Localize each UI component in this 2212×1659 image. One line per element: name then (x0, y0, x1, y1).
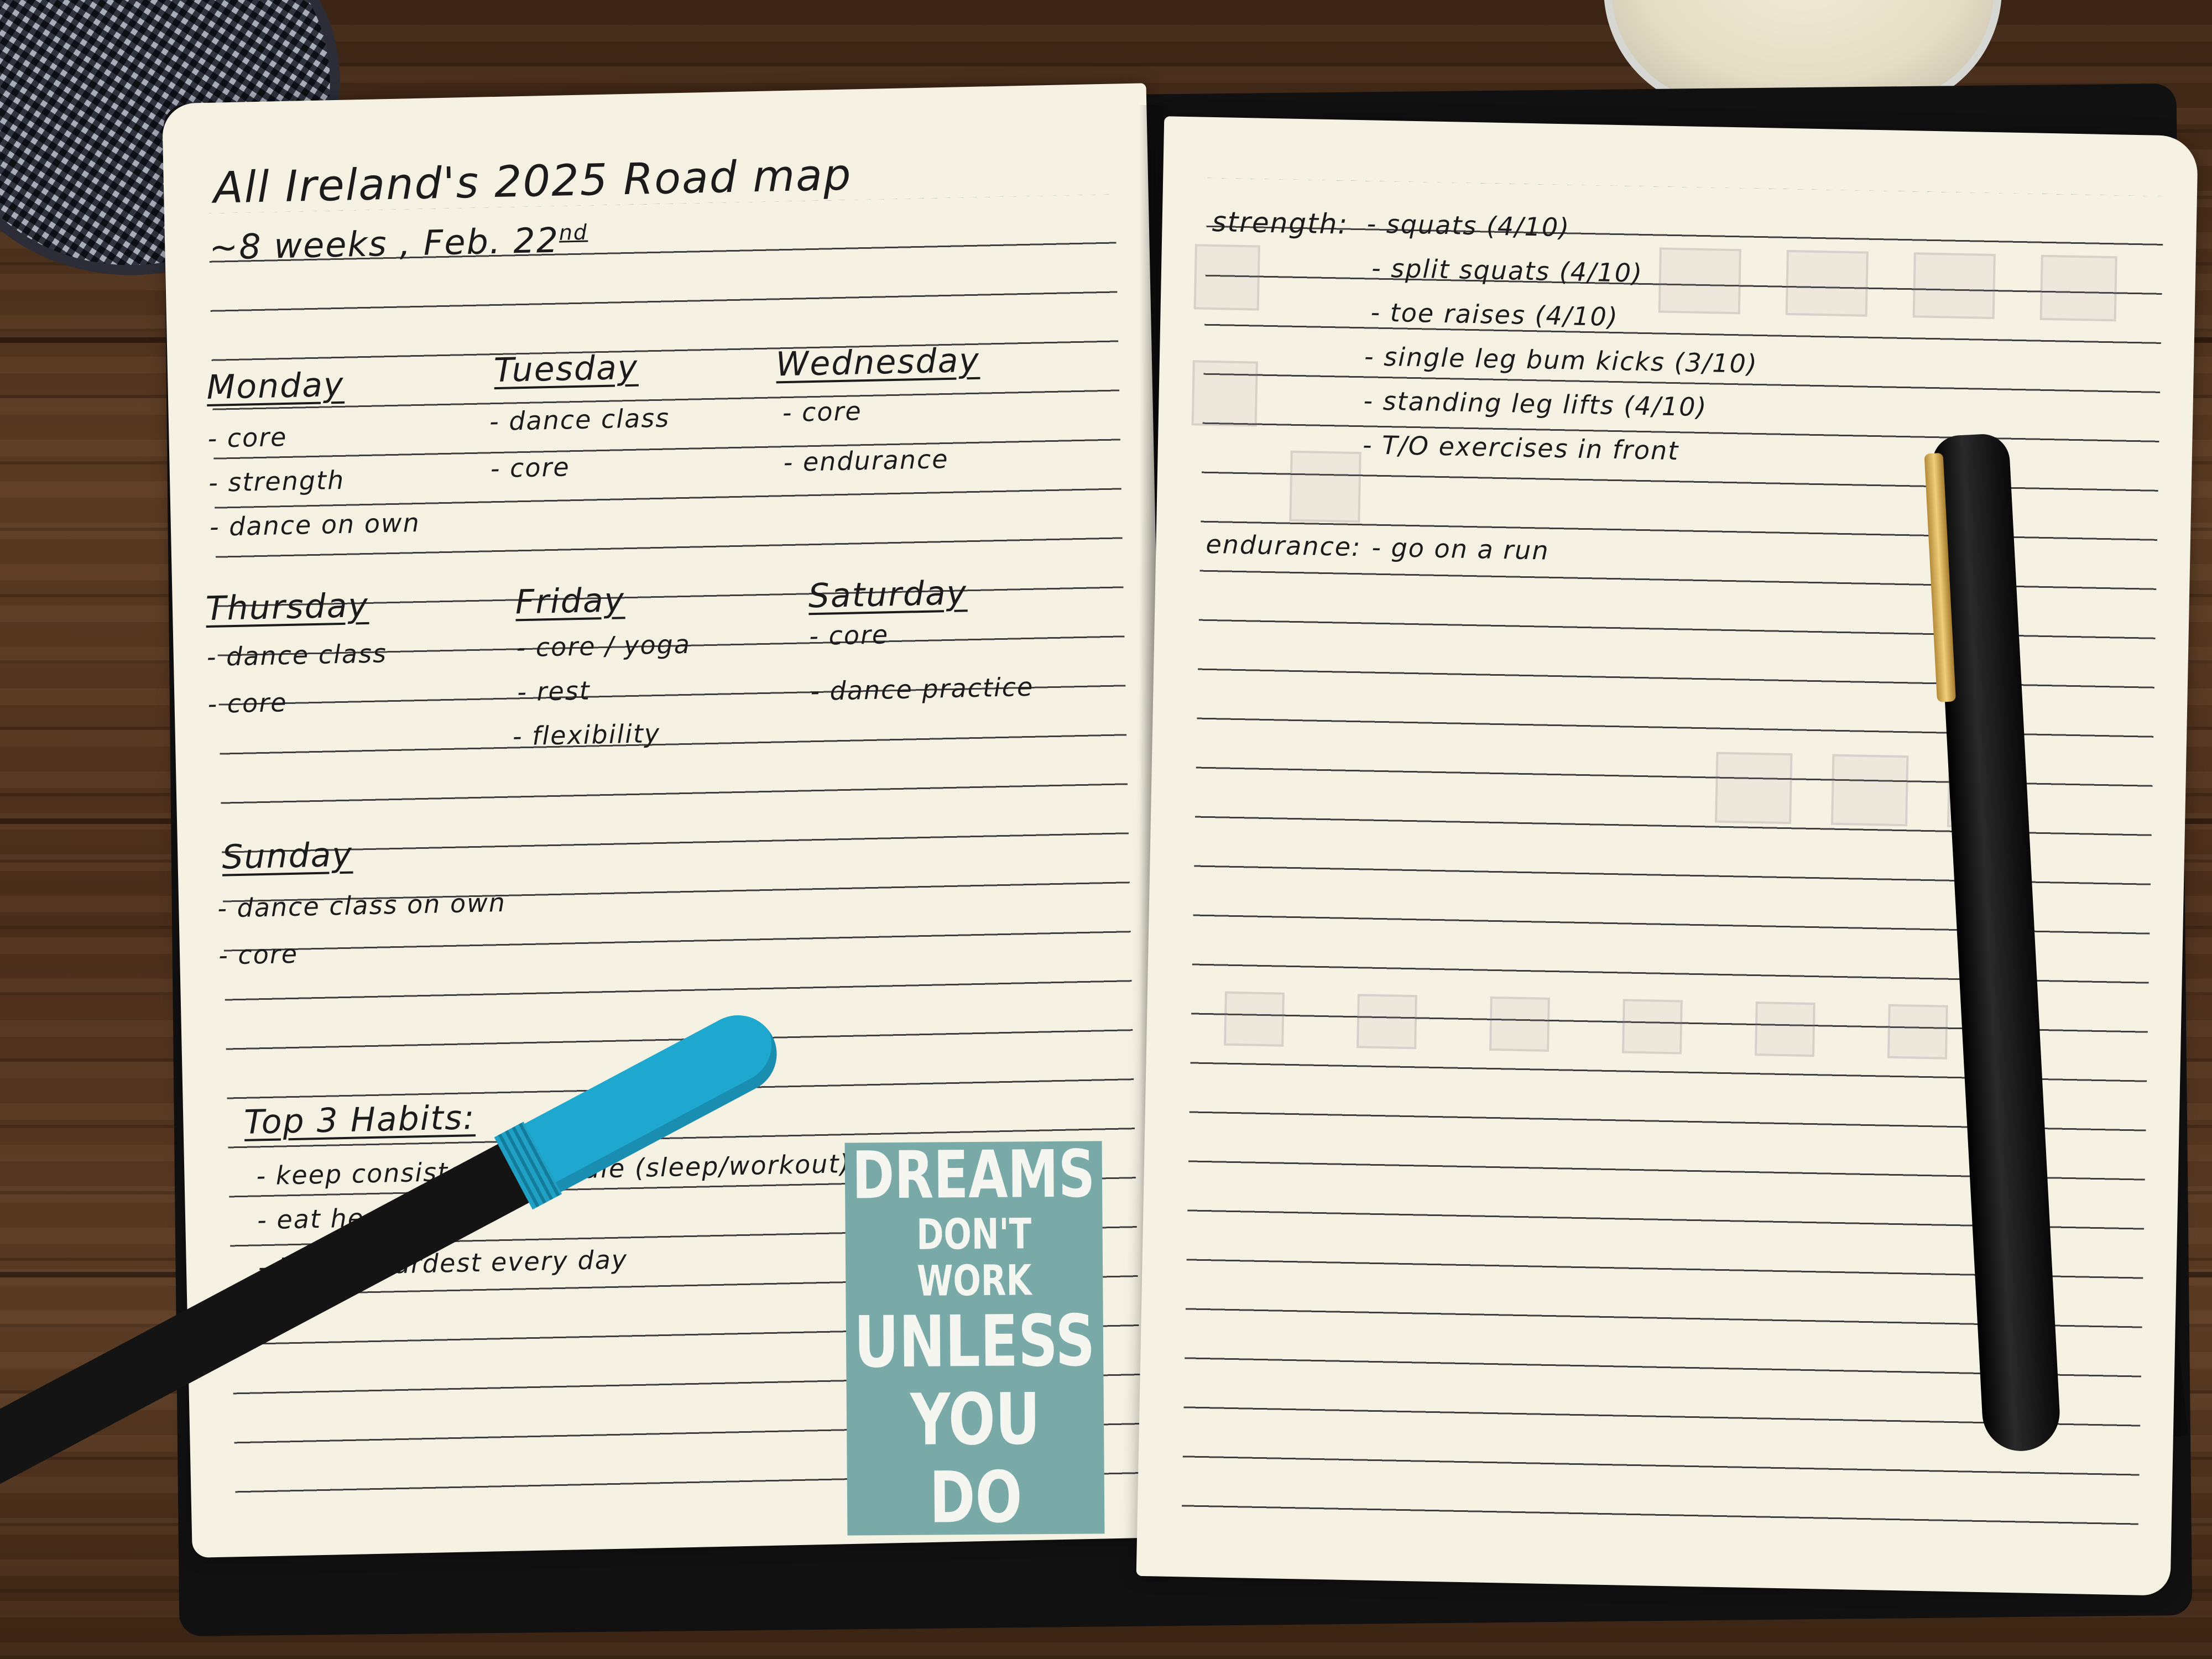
day-heading-friday: Friday (515, 581, 625, 622)
card-line-1: DREAMS (852, 1135, 1095, 1214)
list-item: - dance class (206, 638, 388, 672)
show-through-mark (1785, 249, 1869, 317)
list-item: - dance on own (209, 507, 421, 542)
list-item: - core (218, 938, 299, 971)
card-line-4: YOU DO (910, 1378, 1041, 1540)
show-through-mark (1621, 999, 1683, 1055)
motivational-sticky-card: DREAMS DON'T WORK UNLESS YOU DO (844, 1135, 1105, 1540)
show-through-mark (2039, 254, 2117, 322)
list-item: - core / yoga (516, 629, 691, 663)
show-through-mark (1191, 360, 1258, 427)
card-line-3: UNLESS (854, 1300, 1095, 1384)
list-item: - core (808, 619, 889, 651)
exercise-item: - toe raises (4/10) (1370, 297, 1619, 332)
show-through-mark (1754, 1001, 1815, 1057)
list-item: - strength (208, 465, 345, 498)
list-item: - dance class on own (217, 887, 507, 924)
list-item: - dance class (489, 403, 670, 437)
subtitle-ordinal: nd (559, 220, 588, 245)
show-through-mark (1887, 1004, 1948, 1060)
day-heading-sunday: Sunday (221, 835, 353, 877)
page-subtitle: ~8 weeks , Feb. 22nd (208, 219, 589, 268)
show-through-mark (1289, 450, 1361, 523)
strength-label: strength: (1212, 205, 1349, 241)
list-item: - rest (517, 675, 591, 707)
show-through-mark (1912, 252, 1996, 320)
exercise-item: - T/O exercises in front (1362, 430, 1679, 466)
day-heading-monday: Monday (206, 365, 345, 407)
day-heading-saturday: Saturday (808, 573, 968, 616)
card-line-2: DON'T WORK (916, 1209, 1032, 1306)
show-through-mark (1715, 752, 1793, 825)
day-heading-thursday: Thursday (205, 586, 369, 629)
show-through-mark (1489, 996, 1550, 1052)
day-heading-wednesday: Wednesday (775, 341, 980, 384)
show-through-mark (1830, 754, 1909, 827)
list-item: - core (207, 421, 288, 453)
list-item: - core (490, 452, 571, 484)
show-through-mark (1357, 994, 1417, 1050)
list-item: - flexibility (512, 718, 661, 752)
endurance-label: endurance: (1205, 529, 1362, 562)
list-item: - dance practice (810, 671, 1034, 707)
subtitle-text: ~8 weeks , Feb. 22 (208, 220, 560, 268)
exercise-item: - go on a run (1371, 532, 1550, 566)
list-item: - endurance (783, 444, 950, 478)
show-through-mark (1224, 991, 1285, 1047)
exercise-item: - split squats (4/10) (1371, 253, 1644, 288)
exercise-item: - squats (4/10) (1366, 208, 1571, 243)
habits-heading: Top 3 Habits: (243, 1098, 476, 1142)
day-heading-tuesday: Tuesday (493, 348, 639, 390)
show-through-mark (1193, 244, 1260, 311)
list-item: - core (782, 396, 863, 428)
show-through-mark (1658, 247, 1741, 315)
list-item: - core (207, 687, 288, 719)
